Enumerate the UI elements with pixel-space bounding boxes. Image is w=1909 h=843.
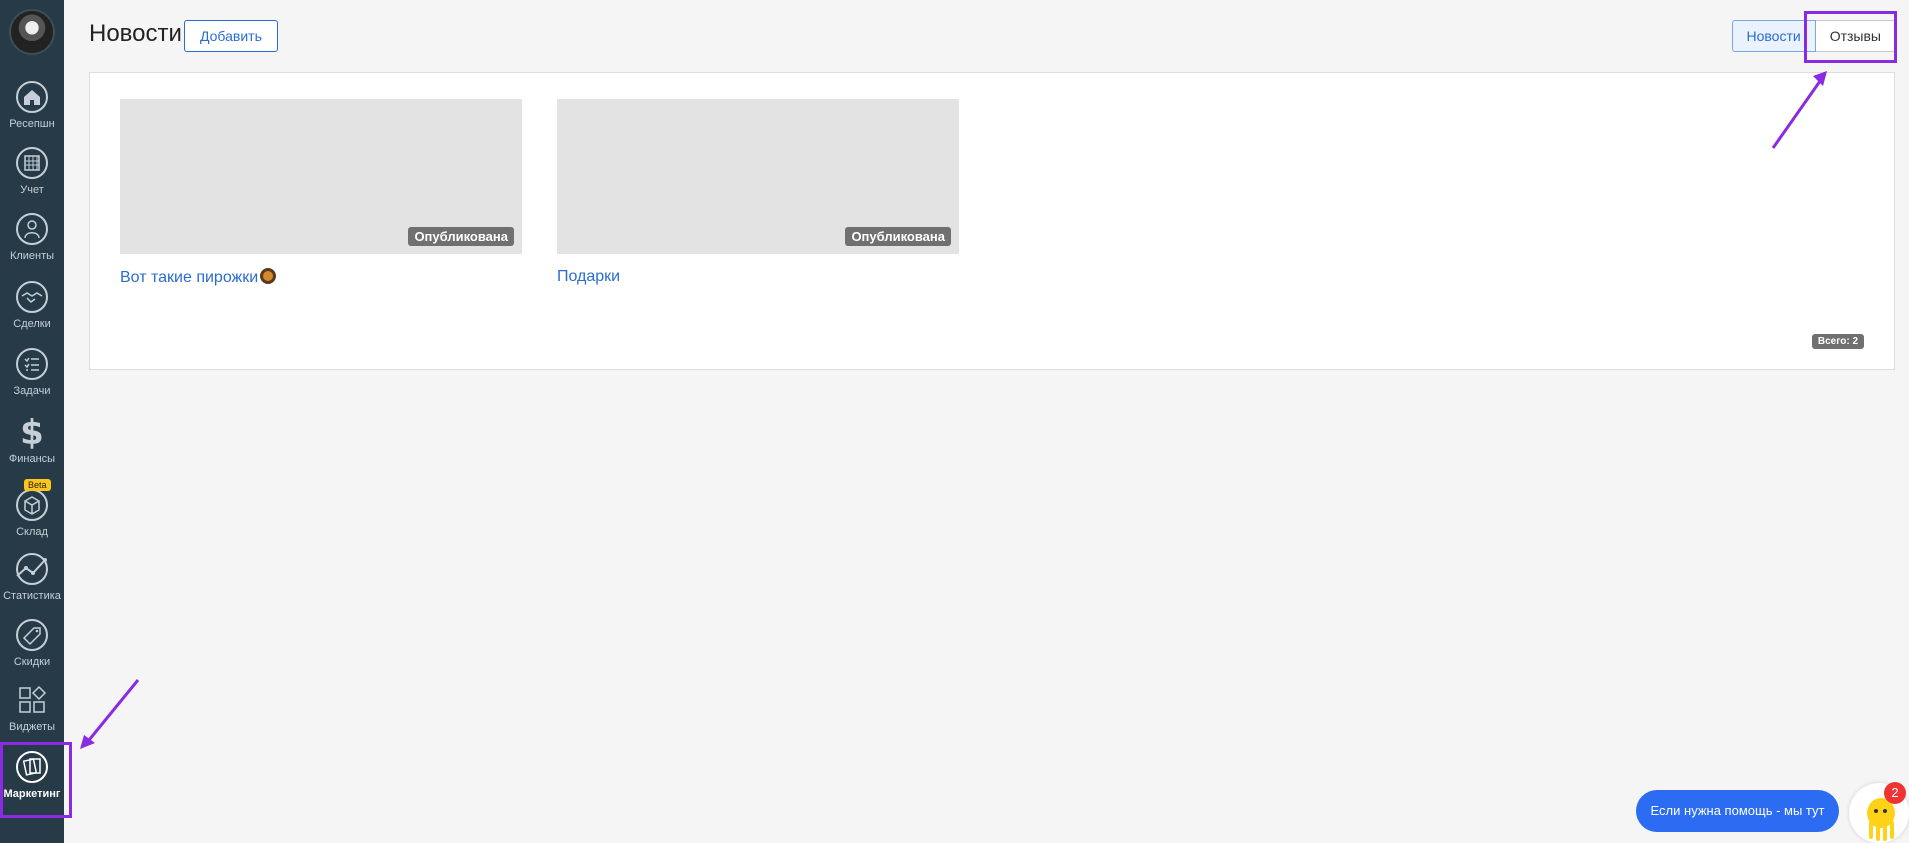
checklist-icon <box>16 348 48 380</box>
sidebar-item-accounting[interactable]: Учет <box>0 146 64 210</box>
news-title-link[interactable]: Вот такие пирожки <box>120 268 522 287</box>
avatar[interactable] <box>9 9 55 55</box>
sidebar: Ресепшн Учет Клиенты Сделки Задачи $ Фин… <box>0 0 64 843</box>
sidebar-item-label: Сделки <box>13 318 51 330</box>
sidebar-item-finance[interactable]: $ Финансы <box>0 415 64 479</box>
chart-line-icon <box>16 553 48 585</box>
add-button[interactable]: Добавить <box>184 20 278 52</box>
news-card[interactable]: Опубликована Вот такие пирожки <box>120 99 522 287</box>
sidebar-item-statistics[interactable]: Статистика <box>0 552 64 616</box>
dollar-icon: $ <box>20 415 44 449</box>
status-badge: Опубликована <box>845 227 951 246</box>
widgets-icon <box>19 685 47 713</box>
sidebar-item-warehouse[interactable]: Beta Склад <box>0 479 64 552</box>
sale-tag-icon <box>16 619 48 651</box>
box-icon <box>16 489 48 521</box>
calendar-icon <box>16 147 48 179</box>
news-title-link[interactable]: Подарки <box>557 268 959 286</box>
highlight-box-reviews <box>1804 11 1897 63</box>
sidebar-item-clients[interactable]: Клиенты <box>0 212 64 276</box>
sidebar-item-tasks[interactable]: Задачи <box>0 347 64 411</box>
sidebar-item-label: Ресепшн <box>9 118 55 130</box>
sidebar-item-label: Виджеты <box>9 721 55 733</box>
highlight-box-marketing <box>0 742 72 818</box>
status-badge: Опубликована <box>408 227 514 246</box>
annotation-arrow-sidebar <box>80 679 140 749</box>
page-title: Новости <box>89 20 182 47</box>
svg-text:$: $ <box>20 415 44 449</box>
news-thumbnail[interactable]: Опубликована <box>120 99 522 254</box>
sidebar-item-label: Статистика <box>3 590 61 602</box>
news-card[interactable]: Опубликована Подарки <box>557 99 959 286</box>
sidebar-item-reception[interactable]: Ресепшн <box>0 80 64 144</box>
news-thumbnail[interactable]: Опубликована <box>557 99 959 254</box>
handshake-icon <box>16 281 48 313</box>
total-count-badge: Всего: 2 <box>1811 334 1864 349</box>
sidebar-item-widgets[interactable]: Виджеты <box>0 683 64 747</box>
sidebar-item-discounts[interactable]: Скидки <box>0 618 64 682</box>
beta-badge: Beta <box>24 479 51 491</box>
sidebar-item-deals[interactable]: Сделки <box>0 280 64 344</box>
help-chat-button[interactable]: Если нужна помощь - мы тут <box>1636 790 1839 832</box>
sidebar-item-label: Скидки <box>13 656 51 668</box>
news-title-text: Вот такие пирожки <box>120 269 259 286</box>
sidebar-item-label: Склад <box>16 526 48 538</box>
notification-count-badge: 2 <box>1884 782 1906 804</box>
home-icon <box>16 81 48 113</box>
sidebar-item-label: Финансы <box>8 453 56 465</box>
donut-emoji-icon <box>260 268 277 284</box>
sidebar-item-label: Учет <box>20 184 44 196</box>
sidebar-item-label: Задачи <box>13 385 51 397</box>
sidebar-item-label: Клиенты <box>9 250 55 262</box>
news-panel: Опубликована Вот такие пирожки Опубликов… <box>89 72 1895 370</box>
user-icon <box>16 213 48 245</box>
